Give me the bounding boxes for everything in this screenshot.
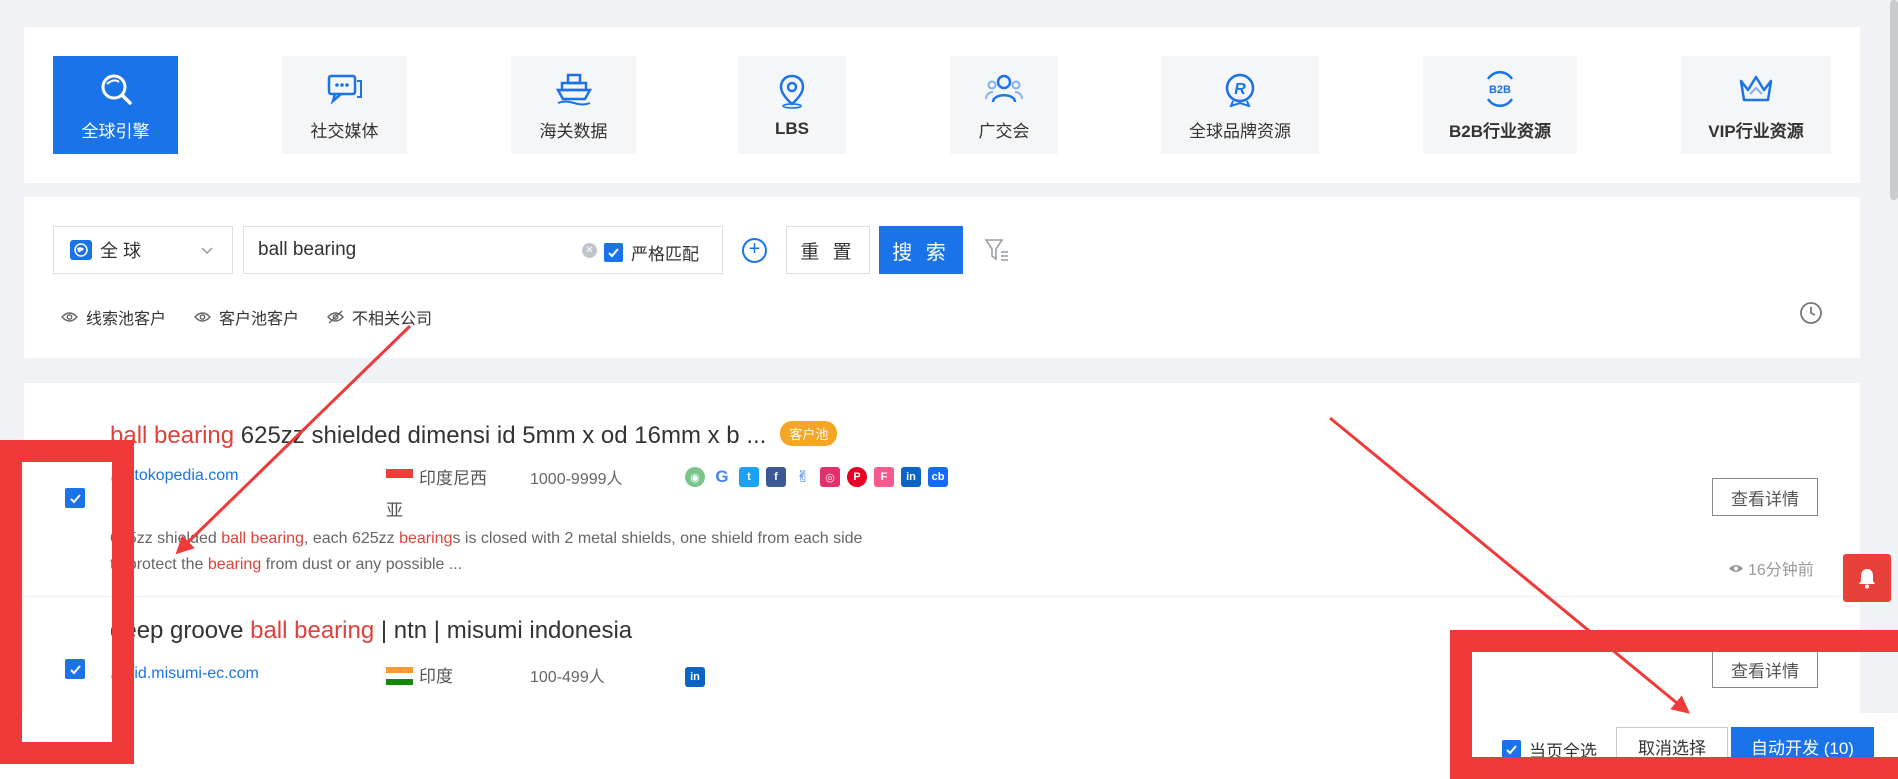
- svg-text:B2B: B2B: [1489, 84, 1511, 96]
- crunchbase-icon[interactable]: cb: [928, 467, 948, 487]
- pool-label: 客户池客户: [219, 311, 300, 328]
- category-global-brands[interactable]: R 全球品牌资源: [1161, 56, 1319, 154]
- checkbox-checked-icon: [604, 243, 623, 262]
- result-country: 印度: [386, 661, 496, 693]
- chat-icon: [325, 69, 365, 109]
- result-title[interactable]: deep groove ball bearing | ntn | misumi …: [110, 617, 632, 645]
- history-clock-icon[interactable]: [1799, 301, 1823, 330]
- result-time: 16分钟前: [1728, 556, 1814, 580]
- region-select[interactable]: 全 球: [53, 226, 233, 274]
- category-vip[interactable]: VIP行业资源: [1681, 56, 1831, 154]
- people-icon: [984, 69, 1024, 109]
- location-pin-icon: [772, 71, 812, 111]
- result-row: ball bearing 625zz shielded dimensi id 5…: [24, 383, 1860, 597]
- result-description: 625zz shielded ball bearing, each 625zz …: [110, 530, 863, 573]
- linkedin-icon[interactable]: in: [901, 467, 921, 487]
- instagram-icon[interactable]: ◎: [820, 467, 840, 487]
- result-employees: 1000-9999人: [530, 471, 623, 488]
- eye-icon: [1729, 564, 1743, 572]
- svg-text:R: R: [1234, 81, 1246, 98]
- pool-lead-customers[interactable]: 线索池客户: [61, 305, 166, 329]
- annotation-box-actionbar: [1450, 630, 1898, 779]
- globe-icon: [70, 240, 92, 260]
- category-global-engine[interactable]: 全球引擎: [53, 56, 178, 154]
- search-button[interactable]: 搜 索: [879, 226, 963, 274]
- pool-label: 线索池客户: [86, 311, 167, 328]
- ship-icon: [554, 69, 594, 109]
- category-label: 社交媒体: [310, 121, 379, 141]
- bell-notification-icon[interactable]: [1843, 554, 1891, 602]
- foursquare-icon[interactable]: F: [874, 467, 894, 487]
- b2b-icon: B2B: [1480, 69, 1520, 109]
- facebook-icon[interactable]: f: [766, 467, 786, 487]
- category-label: LBS: [775, 119, 809, 138]
- keyword-input[interactable]: ball bearing ✕ 严格匹配: [243, 226, 723, 274]
- result-title[interactable]: ball bearing 625zz shielded dimensi id 5…: [110, 421, 838, 450]
- category-label: B2B行业资源: [1448, 121, 1551, 141]
- category-b2b[interactable]: B2B B2B行业资源: [1423, 56, 1577, 154]
- category-customs-data[interactable]: 海关数据: [511, 56, 636, 154]
- chevron-down-icon: [200, 241, 214, 262]
- category-lbs[interactable]: LBS: [738, 56, 846, 154]
- vine-icon[interactable]: ✌: [793, 467, 813, 487]
- filter-icon[interactable]: [984, 237, 1010, 268]
- social-icons: in: [685, 667, 712, 687]
- result-employees: 100-499人: [530, 669, 605, 686]
- category-social-media[interactable]: 社交媒体: [282, 56, 407, 154]
- eye-icon: [61, 312, 78, 322]
- category-panel: 全球引擎 社交媒体 海关数据 LBS 广交会 R 全球品牌资源 B2B B2B行: [24, 27, 1860, 183]
- india-flag-icon: [386, 667, 413, 685]
- eye-off-icon: [327, 310, 344, 324]
- keyword-value: ball bearing: [258, 239, 357, 260]
- indonesia-flag-icon: [386, 469, 413, 487]
- pool-filters: 线索池客户 客户池客户 不相关公司: [61, 305, 460, 329]
- registered-brand-icon: R: [1220, 69, 1260, 109]
- pinterest-icon[interactable]: P: [847, 467, 867, 487]
- globe-search-icon: [96, 69, 136, 109]
- view-details-button[interactable]: 查看详情: [1712, 478, 1818, 516]
- crown-icon: [1736, 69, 1776, 109]
- category-label: VIP行业资源: [1708, 121, 1804, 141]
- clear-icon[interactable]: ✕: [582, 243, 597, 258]
- pool-label: 不相关公司: [352, 311, 433, 328]
- eye-icon: [194, 312, 211, 322]
- strict-match-label: 严格匹配: [631, 245, 699, 264]
- region-value: 全 球: [100, 241, 142, 261]
- add-condition-icon[interactable]: +: [742, 238, 767, 263]
- twitter-icon[interactable]: t: [739, 467, 759, 487]
- reset-button[interactable]: 重 置: [786, 226, 870, 274]
- category-label: 全球品牌资源: [1189, 121, 1291, 141]
- google-icon[interactable]: G: [712, 467, 732, 487]
- strict-match-checkbox[interactable]: 严格匹配: [604, 240, 699, 265]
- social-icons: ◉ G t f ✌ ◎ P F in cb: [685, 467, 955, 487]
- pool-customer-pool[interactable]: 客户池客户: [194, 305, 299, 329]
- linkedin-icon[interactable]: in: [685, 667, 705, 687]
- badge-icon[interactable]: ◉: [685, 467, 705, 487]
- scrollbar[interactable]: [1890, 0, 1898, 200]
- search-panel: 全 球 ball bearing ✕ 严格匹配 + 重 置 搜 索 线索池客户 …: [24, 197, 1860, 358]
- customer-pool-badge: 客户池: [780, 421, 838, 446]
- annotation-box-checkboxes: [0, 440, 134, 764]
- category-label: 全球引擎: [81, 121, 150, 141]
- category-canton-fair[interactable]: 广交会: [950, 56, 1058, 154]
- category-label: 海关数据: [539, 121, 608, 141]
- result-country: 印度尼西亚: [386, 469, 487, 520]
- category-label: 广交会: [978, 121, 1030, 141]
- pool-irrelevant-companies[interactable]: 不相关公司: [327, 305, 432, 329]
